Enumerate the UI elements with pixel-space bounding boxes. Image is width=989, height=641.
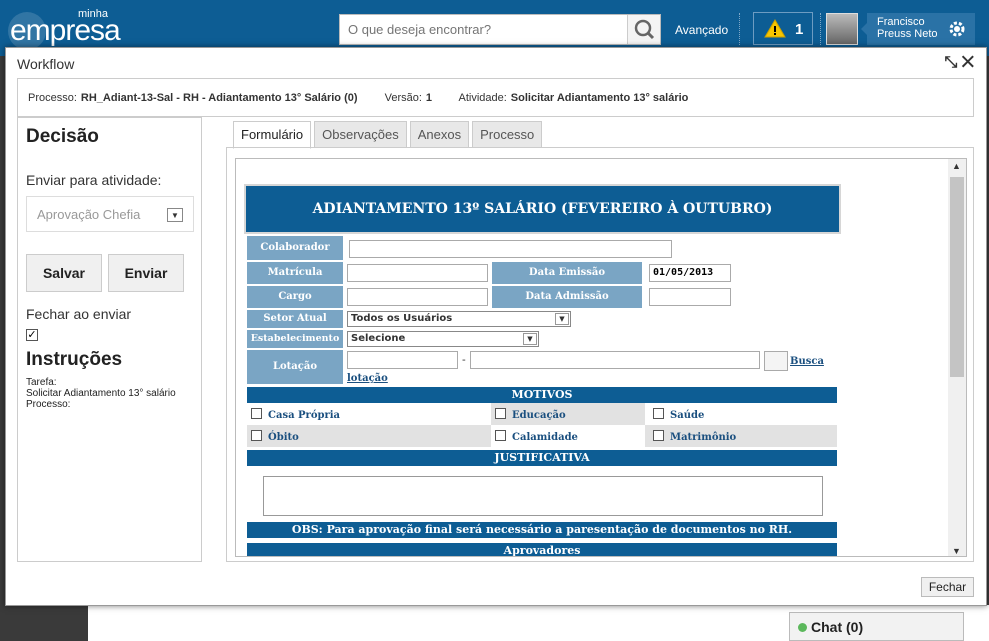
send-activity-label: Enviar para atividade: — [26, 172, 162, 188]
tab-bar: Formulário Observações Anexos Processo — [233, 121, 545, 149]
checkbox[interactable] — [653, 430, 664, 441]
scroll-thumb[interactable] — [950, 177, 964, 377]
workflow-modal: Workflow ⤡ ✕ Processo: RH_Adiant-13-Sal -… — [5, 47, 987, 606]
data-emissao-input[interactable]: 01/05/2013 — [649, 264, 731, 282]
setor-value: Todos os Usuários — [351, 313, 453, 324]
checkbox[interactable] — [495, 408, 506, 419]
request-form: ADIANTAMENTO 13º SALÁRIO (FEVEREIRO À OU… — [244, 184, 844, 556]
cargo-label: Cargo — [247, 286, 343, 308]
close-icon[interactable]: ✕ — [962, 54, 974, 71]
save-button[interactable]: Salvar — [26, 254, 102, 292]
modal-title: Workflow — [17, 56, 75, 72]
tab-processo[interactable]: Processo — [472, 121, 543, 148]
motivos-header: MOTIVOS — [247, 387, 837, 403]
data-admissao-label: Data Admissão — [492, 286, 642, 308]
tab-formulario[interactable]: Formulário — [233, 121, 312, 149]
send-activity-select[interactable]: Aprovação Chefia ▼ — [26, 196, 194, 232]
form-title: ADIANTAMENTO 13º SALÁRIO (FEVEREIRO À OU… — [244, 184, 841, 234]
estabelecimento-value: Selecione — [351, 333, 406, 344]
version-label: Versão: — [384, 92, 422, 104]
decision-panel: Decisão Enviar para atividade: Aprovação… — [17, 117, 202, 562]
send-activity-value: Aprovação Chefia — [37, 207, 141, 222]
close-on-send-label: Fechar ao enviar — [26, 306, 132, 322]
instructions-title: Instruções — [26, 349, 123, 370]
send-button[interactable]: Enviar — [108, 254, 184, 292]
online-status-icon — [798, 623, 807, 632]
estabelecimento-select[interactable]: Selecione ▼ — [347, 331, 539, 347]
divider — [739, 13, 740, 45]
search-input[interactable] — [340, 15, 626, 44]
motivo-calamidade[interactable]: Calamidade — [491, 425, 645, 447]
modal-controls: ⤡ ✕ — [945, 54, 974, 72]
process-info-bar: Processo: RH_Adiant-13-Sal - RH - Adianta… — [17, 78, 974, 117]
setor-select[interactable]: Todos os Usuários ▼ — [347, 311, 571, 327]
data-admissao-input[interactable] — [649, 288, 731, 306]
motivo-obito[interactable]: Óbito — [247, 425, 489, 447]
busca-lotacao-link[interactable]: Busca lotação — [347, 353, 829, 387]
colaborador-label: Colaborador — [247, 236, 343, 260]
close-on-send-checkbox[interactable]: ✓ — [26, 329, 38, 341]
decision-title: Decisão — [26, 126, 99, 147]
chat-button[interactable]: Chat (0) — [789, 612, 964, 641]
activity-value: Solicitar Adiantamento 13° salário — [510, 92, 689, 104]
divider — [820, 13, 821, 45]
scrollbar[interactable]: ▲ ▼ — [948, 159, 966, 556]
advanced-search-link[interactable]: Avançado — [675, 23, 728, 37]
setor-label: Setor Atual — [247, 310, 343, 328]
process-label-small: Processo: — [26, 399, 71, 410]
alerts-button[interactable]: 1 — [753, 12, 813, 45]
checkbox[interactable] — [251, 408, 262, 419]
estabelecimento-label: Estabelecimento — [247, 330, 343, 348]
motivo-casa-propria[interactable]: Casa Própria — [247, 403, 489, 425]
matricula-input[interactable] — [347, 264, 488, 282]
chevron-down-icon: ▼ — [167, 208, 183, 222]
warning-icon — [764, 19, 786, 38]
background-table — [88, 605, 728, 641]
motivo-saude[interactable]: Saúde — [649, 403, 837, 425]
cargo-input[interactable] — [347, 288, 488, 306]
search-icon — [634, 19, 655, 40]
justificativa-textarea[interactable] — [263, 476, 823, 516]
background-sidebar — [0, 605, 88, 641]
search-button[interactable] — [627, 15, 660, 44]
checkbox[interactable] — [653, 408, 664, 419]
scroll-up-icon[interactable]: ▲ — [952, 161, 961, 171]
checkbox[interactable] — [495, 430, 506, 441]
alert-count: 1 — [795, 21, 804, 38]
minimize-icon[interactable]: ⤡ — [945, 54, 958, 71]
gear-icon[interactable] — [948, 20, 966, 38]
search-box — [339, 14, 661, 45]
version-value: 1 — [425, 92, 433, 104]
task-value: Solicitar Adiantamento 13° salário — [26, 388, 176, 399]
process-label: Processo: — [28, 92, 77, 104]
motivo-matrimonio[interactable]: Matrimônio — [649, 425, 837, 447]
data-emissao-label: Data Emissão — [492, 262, 642, 284]
activity-label: Atividade: — [458, 92, 507, 104]
checkbox[interactable] — [251, 430, 262, 441]
lotacao-label: Lotação — [247, 350, 343, 384]
obs-note: OBS: Para aprovação final será necessári… — [247, 522, 837, 538]
motivo-educacao[interactable]: Educação — [491, 403, 645, 425]
chevron-down-icon: ▼ — [555, 313, 569, 325]
tab-content: ▲ ▼ ADIANTAMENTO 13º SALÁRIO (FEVEREIRO … — [226, 147, 974, 562]
avatar[interactable] — [826, 13, 858, 45]
form-frame: ▲ ▼ ADIANTAMENTO 13º SALÁRIO (FEVEREIRO … — [235, 158, 967, 557]
task-label: Tarefa: — [26, 377, 57, 388]
justificativa-header: JUSTIFICATIVA — [247, 450, 837, 466]
close-button[interactable]: Fechar — [921, 577, 974, 597]
chat-label: Chat (0) — [811, 619, 864, 635]
aprovadores-header: Aprovadores — [247, 543, 837, 556]
scroll-down-icon[interactable]: ▼ — [952, 546, 961, 556]
logo-main-text: empresa — [10, 14, 121, 47]
chevron-down-icon: ▼ — [523, 333, 537, 345]
colaborador-input[interactable] — [349, 240, 672, 258]
tab-anexos[interactable]: Anexos — [409, 121, 470, 148]
process-value: RH_Adiant-13-Sal - RH - Adiantamento 13°… — [80, 92, 358, 104]
matricula-label: Matrícula — [247, 262, 343, 284]
tab-observacoes[interactable]: Observações — [314, 121, 407, 148]
